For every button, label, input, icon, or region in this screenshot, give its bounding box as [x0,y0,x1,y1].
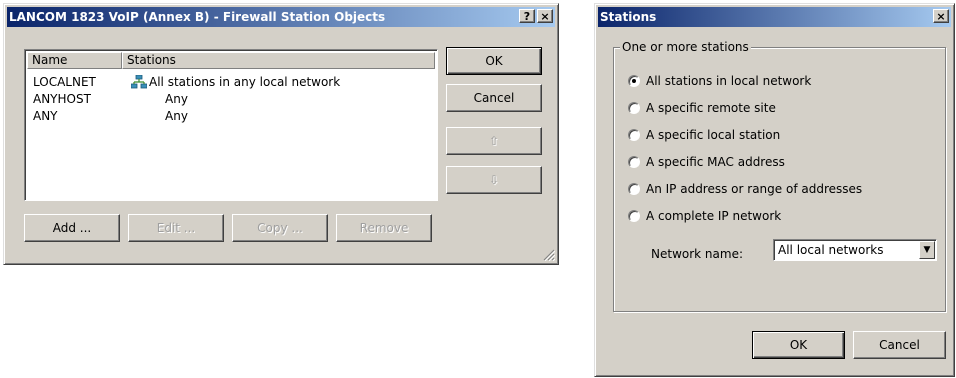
radio-selected-dot [632,79,636,83]
column-header-name[interactable]: Name [27,52,122,69]
option-label: A complete IP network [646,209,782,223]
radio-button[interactable] [628,156,640,168]
firewall-station-objects-window: LANCOM 1823 VoIP (Annex B) - Firewall St… [3,3,559,265]
network-icon [130,74,148,89]
row-name: LOCALNET [33,75,96,89]
add-button[interactable]: Add ... [24,214,120,242]
move-down-button[interactable]: ⇩ [446,166,542,194]
row-name: ANY [33,109,58,123]
column-header-stations[interactable]: Stations [122,52,435,69]
chevron-down-icon[interactable]: ▼ [919,241,935,259]
table-row[interactable]: ANY Any [27,108,435,124]
firewall-window-title: LANCOM 1823 VoIP (Annex B) - Firewall St… [9,10,386,24]
row-stations: All stations in any local network [149,75,341,89]
stations-window-title: Stations [600,10,657,24]
help-button[interactable]: ? [519,9,535,23]
radio-button[interactable] [628,75,640,87]
remove-button[interactable]: Remove [336,214,432,242]
option-label: A specific remote site [646,101,776,115]
edit-button[interactable]: Edit ... [128,214,224,242]
station-objects-list[interactable]: Name Stations LOCALNET All stations in a… [24,49,438,201]
network-name-select[interactable]: All local networks ▼ [773,239,937,261]
stations-titlebar[interactable]: Stations × [598,7,951,27]
network-name-value: All local networks [778,243,884,257]
radio-button[interactable] [628,102,640,114]
resize-grip-icon[interactable] [543,249,556,262]
row-stations: Any [165,109,188,123]
firewall-titlebar[interactable]: LANCOM 1823 VoIP (Annex B) - Firewall St… [7,7,555,27]
cancel-button[interactable]: Cancel [853,331,946,359]
radio-button[interactable] [628,210,640,222]
stations-groupbox: One or more stations All stations in loc… [613,40,946,312]
cancel-button[interactable]: Cancel [446,84,542,112]
row-name: ANYHOST [33,92,91,106]
close-button[interactable]: × [933,9,949,23]
option-label: All stations in local network [646,74,812,88]
ok-button[interactable]: OK [752,331,845,359]
groupbox-label: One or more stations [620,40,751,54]
radio-button[interactable] [628,129,640,141]
move-up-button[interactable]: ⇧ [446,127,542,155]
ok-button[interactable]: OK [446,47,542,75]
stations-window: Stations × One or more stations All stat… [594,3,955,377]
option-label: An IP address or range of addresses [646,182,863,196]
option-label: A specific MAC address [646,155,785,169]
table-row[interactable]: ANYHOST Any [27,91,435,107]
table-row[interactable]: LOCALNET All stations in any local netwo… [27,74,435,90]
row-stations: Any [165,92,188,106]
radio-button[interactable] [628,183,640,195]
network-name-label: Network name: [651,247,743,261]
option-label: A specific local station [646,128,781,142]
close-button[interactable]: × [537,9,553,23]
copy-button[interactable]: Copy ... [232,214,328,242]
